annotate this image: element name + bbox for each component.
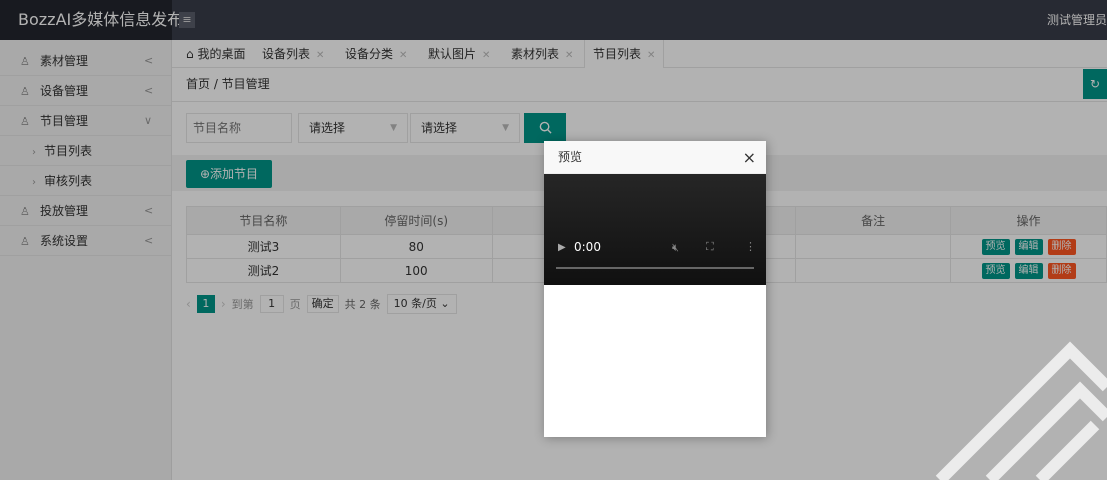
modal-title: 预览 (558, 150, 583, 164)
video-time: 0:00 (574, 240, 601, 254)
video-player[interactable]: ▶ 0:00 🔇︎ ⛶ ⋮ (544, 174, 766, 285)
fullscreen-icon[interactable]: ⛶ (706, 240, 714, 254)
close-icon[interactable]: × (743, 141, 756, 174)
watermark-icon (935, 341, 1107, 480)
video-progress-track[interactable] (556, 267, 754, 269)
modal-title-bar[interactable]: 预览 × (544, 141, 766, 174)
more-options-icon[interactable]: ⋮ (745, 240, 756, 253)
play-icon[interactable]: ▶ (558, 242, 566, 253)
preview-modal: 预览 × ▶ 0:00 🔇︎ ⛶ ⋮ (544, 141, 766, 437)
mute-icon[interactable]: 🔇︎ (672, 241, 679, 255)
